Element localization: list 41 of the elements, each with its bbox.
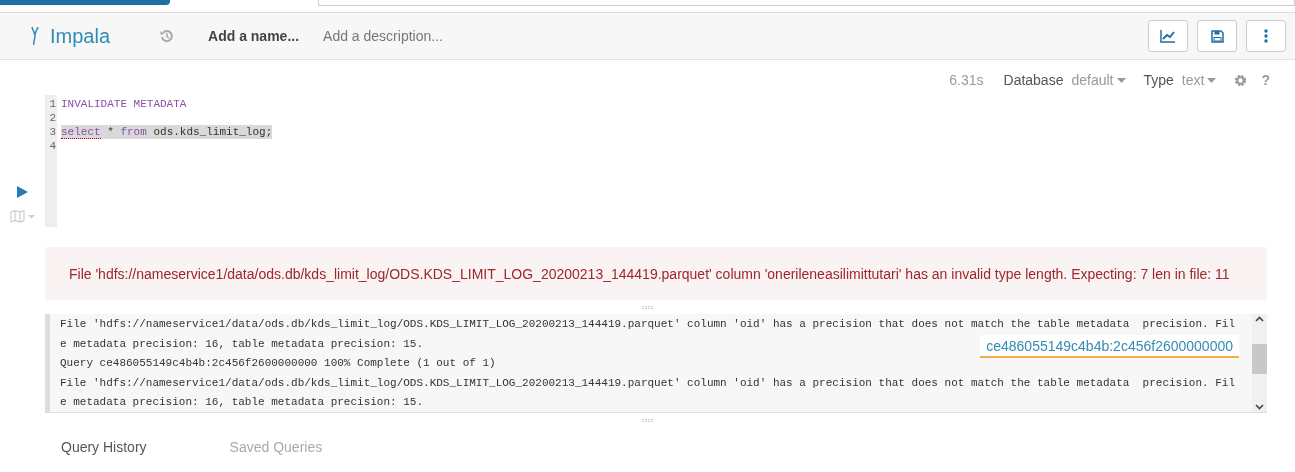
- line-number: 3: [48, 125, 57, 139]
- save-button[interactable]: [1197, 20, 1237, 52]
- resize-handle-icon[interactable]: [641, 305, 654, 309]
- code-line: INVALIDATE METADATA: [61, 97, 187, 111]
- caret-icon: [1207, 77, 1217, 83]
- log-line: e metadata precision: 16, table metadata precision: 15.: [60, 395, 424, 410]
- more-icon: [1264, 29, 1268, 43]
- type-label: Type: [1143, 72, 1174, 88]
- log-line: File 'hdfs://nameservice1/data/ods.db/kds_limit_log/ODS.KDS_LIMIT_LOG_20200213_144419.parquet' column 'oid' has a precision that does not match the table metadata precision. Fil: [60, 375, 1235, 391]
- tab[interactable]: Saved Queries: [229, 439, 323, 455]
- error-message: File 'hdfs://nameservice1/data/ods.db/kds_limit_log/ODS.KDS_LIMIT_LOG_20200213_144419.parquet' column 'onerileneasilimittutari' has an invalid type length. Expecting: 7 len in file: 11: [45, 247, 1267, 300]
- line-number: 1: [48, 97, 57, 111]
- query-name-field[interactable]: Add a name...: [208, 28, 300, 44]
- map-dropdown-icon[interactable]: [9, 210, 36, 223]
- log-line: Query ce486055149c4b4b:2c456f2600000000 100% Complete (1 out of 1): [60, 356, 496, 371]
- tab[interactable]: Query History: [61, 439, 147, 455]
- app-title: Impala: [50, 24, 111, 48]
- more-menu-button[interactable]: [1246, 20, 1286, 52]
- run-icon[interactable]: [17, 186, 28, 198]
- query-id-tooltip[interactable]: ce486055149c4b4b:2c456f2600000000: [980, 335, 1239, 358]
- database-dropdown[interactable]: default: [1071, 72, 1126, 88]
- scroll-up-icon[interactable]: [1255, 316, 1264, 322]
- resize-handle-icon[interactable]: [641, 418, 654, 422]
- line-chart-icon: [1160, 29, 1176, 43]
- database-label: Database: [1003, 72, 1064, 88]
- history-icon[interactable]: [160, 29, 175, 43]
- caret-icon: [1116, 77, 1126, 83]
- help-icon[interactable]: ?: [1261, 72, 1270, 88]
- line-number: 2: [48, 111, 57, 125]
- scroll-down-icon[interactable]: [1255, 404, 1264, 410]
- execution-time: 6.31s: [949, 72, 984, 88]
- log-line: e metadata precision: 16, table metadata precision: 15.: [60, 336, 424, 352]
- save-icon: [1210, 29, 1224, 43]
- description-field[interactable]: Add a description...: [323, 28, 443, 44]
- chart-button[interactable]: [1148, 20, 1188, 52]
- log-line: File 'hdfs://nameservice1/data/ods.db/kds_limit_log/ODS.KDS_LIMIT_LOG_20200213_144419.parquet' column 'oid' has a precision that does not match the table metadata precision. Fil: [60, 317, 1235, 332]
- line-number: 4: [48, 139, 57, 153]
- scrollbar[interactable]: [1252, 314, 1267, 412]
- type-dropdown[interactable]: text: [1181, 72, 1217, 88]
- settings-icon[interactable]: [1234, 73, 1248, 87]
- impala-logo-icon: [30, 26, 40, 46]
